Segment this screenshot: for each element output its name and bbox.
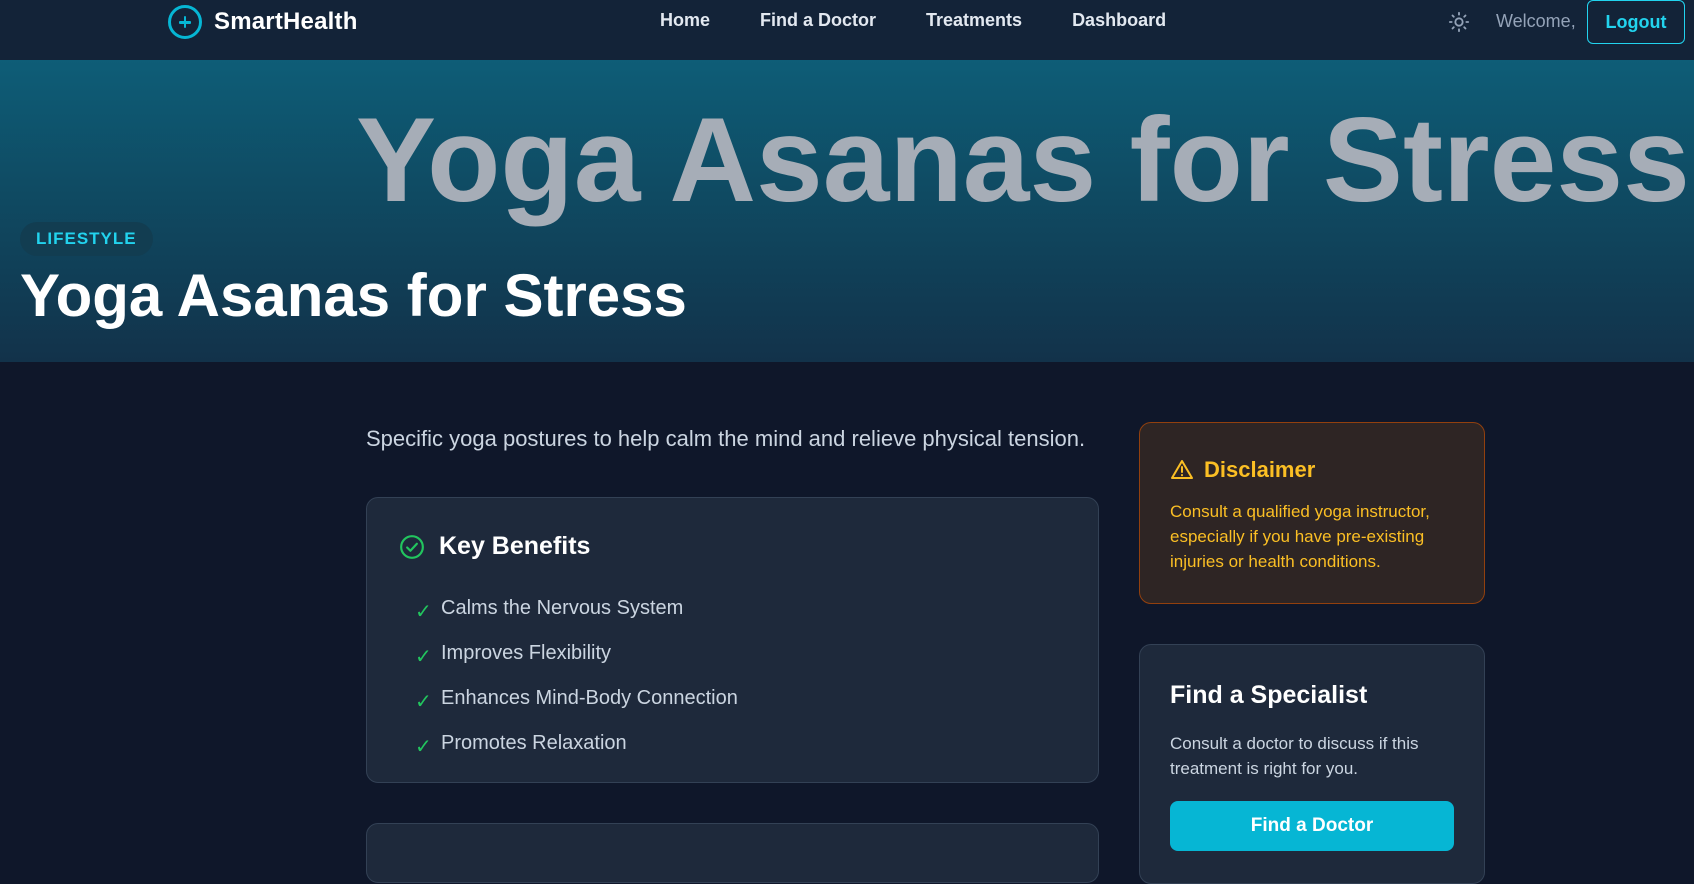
- plus-circle-icon: [168, 5, 202, 39]
- check-mark-icon: ✓: [415, 691, 432, 713]
- welcome-text: Welcome,: [1496, 11, 1576, 31]
- list-item: ✓ Calms the Nervous System: [415, 586, 738, 631]
- find-doctor-button[interactable]: Find a Doctor: [1170, 801, 1454, 851]
- disclaimer-text: Consult a qualified yoga instructor, esp…: [1170, 502, 1430, 571]
- top-navbar: SmartHealth Home Find a Doctor Treatment…: [0, 0, 1694, 60]
- logout-button[interactable]: Logout: [1587, 0, 1685, 44]
- hero-banner: Yoga Asanas for Stress LIFESTYLE Yoga As…: [0, 60, 1694, 362]
- benefit-label: Improves Flexibility: [441, 642, 612, 664]
- disclaimer-title: Disclaimer: [1204, 457, 1316, 482]
- nav-home-link[interactable]: Home: [660, 10, 710, 31]
- check-mark-icon: ✓: [415, 736, 432, 758]
- nav-treatments-link[interactable]: Treatments: [926, 10, 1022, 31]
- benefit-list: ✓ Calms the Nervous System ✓ Improves Fl…: [415, 586, 738, 766]
- page-title: Yoga Asanas for Stress: [20, 262, 687, 329]
- benefit-label: Promotes Relaxation: [441, 732, 627, 754]
- list-item: ✓ Improves Flexibility: [415, 631, 738, 676]
- nav-find-doctor-link[interactable]: Find a Doctor: [760, 10, 876, 31]
- key-benefits-header: Key Benefits: [399, 532, 590, 561]
- warning-triangle-icon: [1171, 460, 1193, 479]
- check-mark-icon: ✓: [415, 601, 432, 623]
- nav-dashboard-link[interactable]: Dashboard: [1072, 10, 1166, 31]
- benefit-label: Calms the Nervous System: [441, 597, 684, 619]
- disclaimer-header: Disclaimer: [1170, 457, 1315, 483]
- find-specialist-card: Find a Specialist Consult a doctor to di…: [1139, 644, 1485, 884]
- key-benefits-card: Key Benefits ✓ Calms the Nervous System …: [366, 497, 1099, 783]
- main-nav: Home Find a Doctor Treatments Dashboard: [660, 10, 1166, 31]
- hero-watermark-title: Yoga Asanas for Stress: [356, 93, 1690, 227]
- key-benefits-title: Key Benefits: [439, 532, 591, 560]
- check-mark-icon: ✓: [415, 646, 432, 668]
- disclaimer-card: Disclaimer Consult a qualified yoga inst…: [1139, 422, 1485, 604]
- find-specialist-text: Consult a doctor to discuss if this trea…: [1170, 734, 1419, 778]
- brand-name: SmartHealth: [214, 8, 358, 35]
- list-item: ✓ Enhances Mind-Body Connection: [415, 676, 738, 721]
- sun-icon: [1448, 11, 1470, 33]
- check-circle-icon: [400, 534, 424, 559]
- theme-toggle-button[interactable]: [1446, 9, 1472, 35]
- find-specialist-title: Find a Specialist: [1170, 681, 1368, 709]
- benefit-label: Enhances Mind-Body Connection: [441, 687, 738, 709]
- list-item: ✓ Promotes Relaxation: [415, 721, 738, 766]
- category-badge: LIFESTYLE: [20, 222, 153, 256]
- brand-logo[interactable]: SmartHealth: [168, 4, 358, 40]
- next-section-card: [366, 823, 1099, 883]
- treatment-description: Specific yoga postures to help calm the …: [366, 426, 1086, 451]
